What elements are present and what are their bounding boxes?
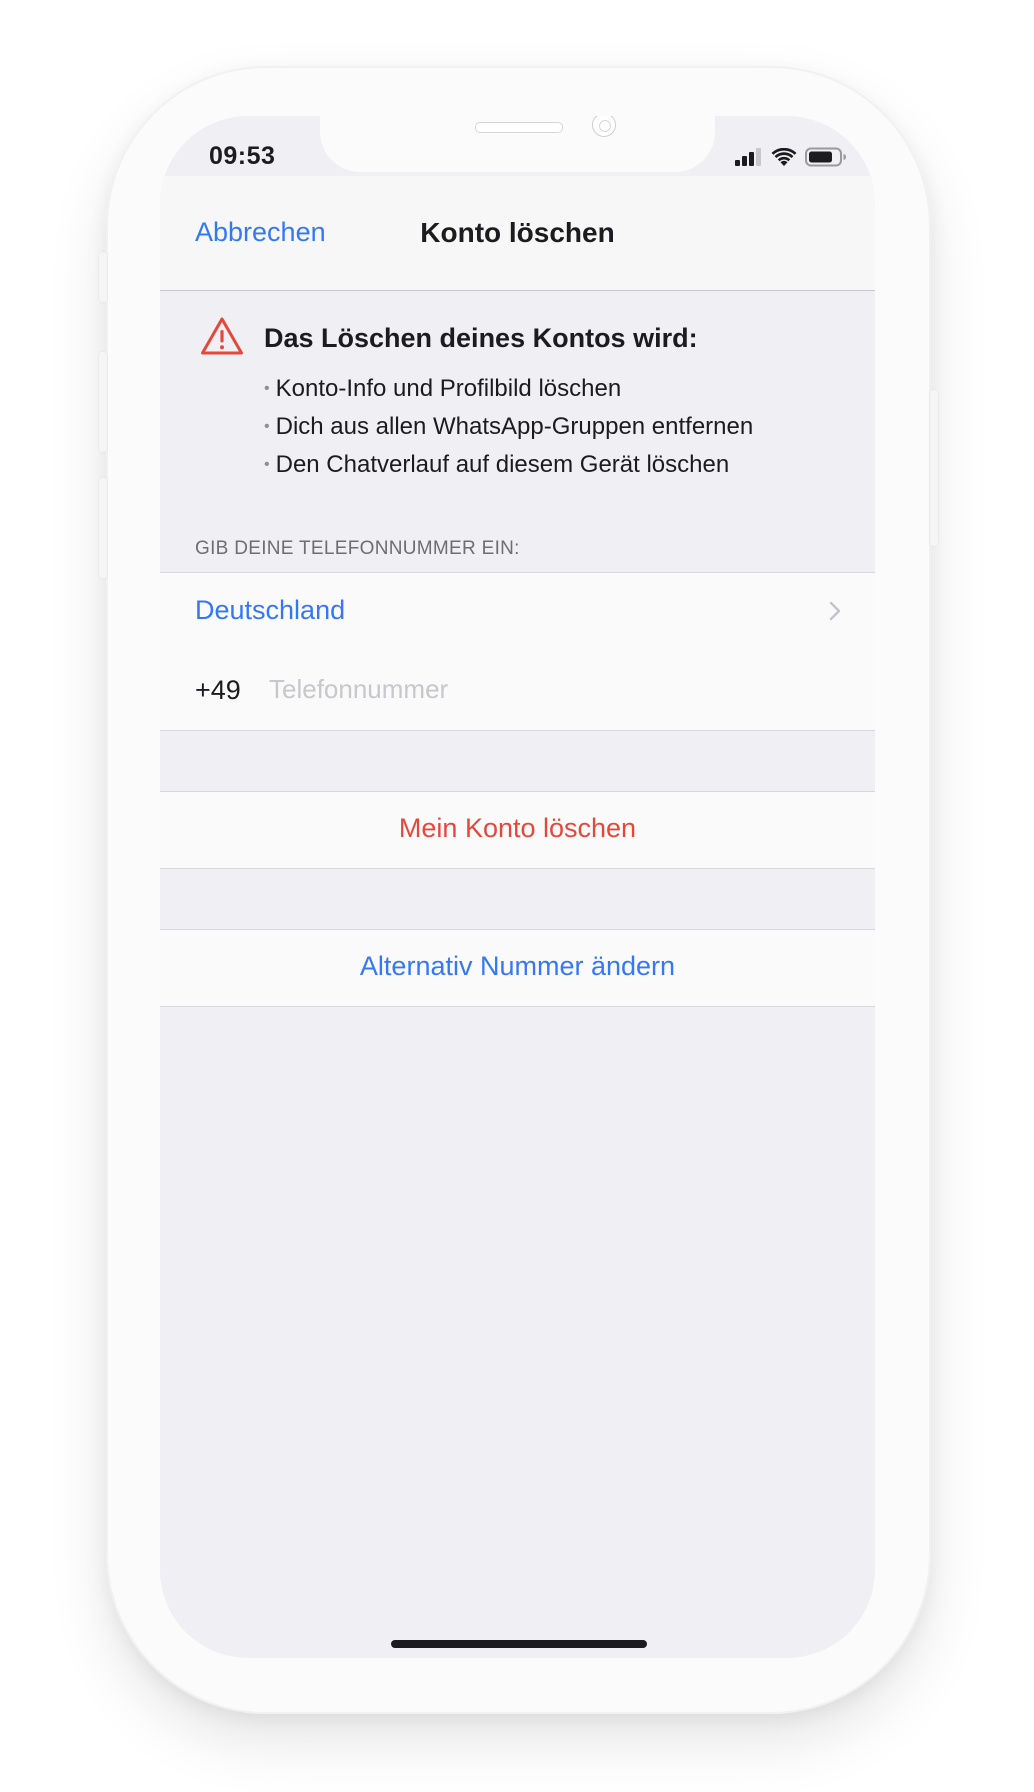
change-number-button[interactable]: Alternativ Nummer ändern [160, 929, 875, 1007]
phone-number-input[interactable] [269, 669, 829, 709]
navigation-bar: Abbrechen Konto löschen [160, 176, 875, 291]
front-camera [592, 116, 616, 137]
bullet-icon: • [264, 456, 270, 473]
side-button-mute [99, 252, 107, 302]
warning-item-text: Konto-Info und Profilbild löschen [275, 375, 622, 402]
side-button-volume-down [99, 478, 107, 578]
notch [320, 116, 715, 172]
warning-item-text: Den Chatverlauf auf diesem Gerät löschen [275, 451, 730, 478]
warning-title: Das Löschen deines Kontos wird: [264, 323, 698, 353]
cellular-signal-icon [735, 148, 761, 166]
bullet-icon: • [264, 380, 270, 397]
delete-account-label: Mein Konto löschen [398, 813, 637, 843]
status-icons [735, 146, 847, 168]
cancel-button[interactable]: Abbrechen [195, 217, 326, 248]
wifi-icon [771, 147, 797, 166]
list-item: • Konto-Info und Profilbild löschen [264, 370, 753, 408]
warning-triangle-icon [201, 317, 243, 355]
section-header: GIB DEINE TELEFONNUMMER EIN: [195, 538, 520, 559]
bullet-icon: • [264, 418, 270, 435]
side-button-power [930, 390, 938, 546]
country-code: +49 [195, 675, 241, 705]
screen: 09:53 Abbrechen Konto löschen Das Lösche… [160, 116, 875, 1658]
list-item: • Dich aus allen WhatsApp-Gruppen entfern… [264, 408, 753, 446]
delete-account-button[interactable]: Mein Konto löschen [160, 791, 875, 869]
speaker-grille [475, 122, 563, 133]
warning-list: • Konto-Info und Profilbild löschen • Dich… [264, 370, 753, 484]
list-item: • Den Chatverlauf auf diesem Gerät lösche… [264, 446, 753, 484]
change-number-label: Alternativ Nummer ändern [359, 951, 676, 981]
warning-item-text: Dich aus allen WhatsApp-Gruppen entferne… [275, 413, 754, 440]
side-button-volume-up [99, 352, 107, 452]
country-selector[interactable]: Deutschland [160, 572, 875, 650]
status-time: 09:53 [209, 142, 276, 170]
battery-icon [805, 147, 846, 167]
phone-number-row: +49 [160, 649, 875, 731]
chevron-right-icon [829, 601, 841, 621]
country-label: Deutschland [195, 595, 346, 625]
home-indicator[interactable] [391, 1640, 647, 1648]
